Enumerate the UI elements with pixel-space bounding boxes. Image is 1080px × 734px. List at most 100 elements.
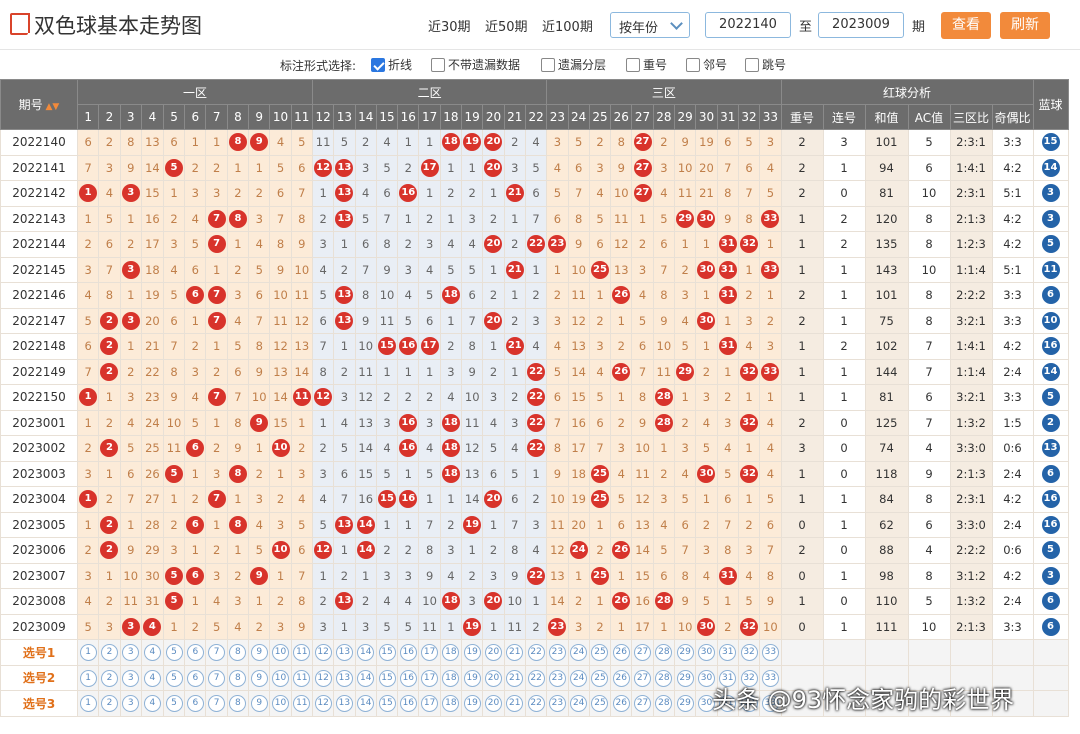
select-cell[interactable]: 27 <box>631 639 654 666</box>
select-cell[interactable]: 17 <box>418 664 441 691</box>
refresh-button[interactable]: 刷新 <box>1000 12 1050 39</box>
select-cell[interactable]: 15 <box>375 639 399 666</box>
select-ball[interactable]: 28 <box>655 695 673 713</box>
select-ball[interactable]: 2 <box>100 695 118 713</box>
to-period-input[interactable]: 2023009 <box>818 12 904 38</box>
period-header[interactable]: 期号 ▲▼ <box>0 79 78 130</box>
select-cell[interactable]: 4 <box>140 690 164 717</box>
select-ball[interactable]: 5 <box>165 695 183 713</box>
select-cell[interactable]: 17 <box>418 690 441 717</box>
select-ball[interactable]: 11 <box>293 669 311 687</box>
select-ball[interactable]: 7 <box>208 669 226 687</box>
select-ball[interactable]: 26 <box>612 644 630 662</box>
select-cell[interactable]: 5 <box>162 664 186 691</box>
select-cell[interactable]: 27 <box>631 690 654 717</box>
select-cell[interactable]: 1 <box>76 639 100 666</box>
select-ball[interactable]: 8 <box>229 695 247 713</box>
select-ball[interactable]: 16 <box>399 695 417 713</box>
option-3[interactable]: 重号 <box>626 56 667 73</box>
select-ball[interactable]: 25 <box>591 695 609 713</box>
select-ball[interactable]: 33 <box>761 644 779 662</box>
select-ball[interactable]: 4 <box>143 644 161 662</box>
checkbox-unchecked-icon[interactable] <box>745 57 759 72</box>
select-ball[interactable]: 28 <box>655 669 673 687</box>
option-2[interactable]: 遗漏分层 <box>541 56 606 73</box>
select-ball[interactable]: 22 <box>527 695 545 713</box>
select-cell[interactable]: 20 <box>482 664 505 691</box>
select-ball[interactable]: 32 <box>740 644 758 662</box>
select-ball[interactable]: 20 <box>484 669 502 687</box>
select-cell[interactable]: 31 <box>716 639 739 666</box>
select-ball[interactable]: 13 <box>335 669 353 687</box>
select-cell[interactable]: 24 <box>567 639 590 666</box>
select-cell[interactable]: 25 <box>588 690 612 717</box>
select-cell[interactable]: 10 <box>269 664 292 691</box>
select-ball[interactable]: 15 <box>378 669 396 687</box>
select-cell[interactable]: 4 <box>140 664 164 691</box>
select-ball[interactable]: 29 <box>676 695 694 713</box>
select-ball[interactable]: 21 <box>506 669 524 687</box>
select-ball[interactable]: 17 <box>421 695 439 713</box>
select-cell[interactable]: 22 <box>524 664 548 691</box>
select-cell[interactable]: 7 <box>205 690 228 717</box>
option-5[interactable]: 跳号 <box>745 56 786 73</box>
select-cell[interactable]: 5 <box>162 690 186 717</box>
select-cell[interactable]: 12 <box>311 664 335 691</box>
select-cell[interactable]: 26 <box>610 639 633 666</box>
select-cell[interactable]: 32 <box>737 639 761 666</box>
select-ball[interactable]: 10 <box>272 644 290 662</box>
option-0[interactable]: 折线 <box>371 56 412 73</box>
select-cell[interactable]: 29 <box>674 690 697 717</box>
select-cell[interactable]: 19 <box>461 639 484 666</box>
select-ball[interactable]: 7 <box>208 644 226 662</box>
select-ball[interactable]: 29 <box>676 669 694 687</box>
select-ball[interactable]: 30 <box>697 644 715 662</box>
select-cell[interactable]: 29 <box>674 639 697 666</box>
select-ball[interactable]: 19 <box>463 669 481 687</box>
select-ball[interactable]: 14 <box>357 695 375 713</box>
select-cell[interactable]: 18 <box>439 639 463 666</box>
select-cell[interactable]: 14 <box>354 690 377 717</box>
select-ball[interactable]: 26 <box>612 695 630 713</box>
checkbox-unchecked-icon[interactable] <box>686 57 700 72</box>
select-cell[interactable]: 6 <box>184 690 207 717</box>
select-ball[interactable]: 21 <box>506 695 524 713</box>
select-ball[interactable]: 17 <box>421 669 439 687</box>
select-cell[interactable]: 25 <box>588 639 612 666</box>
select-ball[interactable]: 18 <box>442 644 460 662</box>
select-ball[interactable]: 26 <box>612 669 630 687</box>
select-cell[interactable]: 19 <box>461 690 484 717</box>
select-cell[interactable]: 8 <box>226 690 250 717</box>
select-ball[interactable]: 7 <box>208 695 226 713</box>
select-cell[interactable]: 6 <box>184 664 207 691</box>
select-cell[interactable]: 10 <box>269 639 292 666</box>
select-ball[interactable]: 31 <box>719 644 737 662</box>
select-cell[interactable]: 2 <box>98 664 121 691</box>
select-ball[interactable]: 27 <box>634 669 652 687</box>
select-cell[interactable]: 15 <box>375 690 399 717</box>
select-cell[interactable]: 22 <box>524 639 548 666</box>
select-ball[interactable]: 6 <box>186 669 204 687</box>
select-cell[interactable]: 1 <box>76 664 100 691</box>
select-cell[interactable]: 1 <box>76 690 100 717</box>
select-cell[interactable]: 17 <box>418 639 441 666</box>
select-cell[interactable]: 11 <box>290 639 313 666</box>
select-ball[interactable]: 8 <box>229 669 247 687</box>
year-select[interactable]: 按年份 <box>610 12 690 38</box>
select-cell[interactable]: 13 <box>333 664 356 691</box>
select-cell[interactable]: 9 <box>248 664 271 691</box>
checkbox-unchecked-icon[interactable] <box>431 57 445 72</box>
select-cell[interactable]: 21 <box>503 639 526 666</box>
select-ball[interactable]: 5 <box>165 669 183 687</box>
select-cell[interactable]: 22 <box>524 690 548 717</box>
select-cell[interactable]: 9 <box>248 690 271 717</box>
option-1[interactable]: 不带遗漏数据 <box>431 56 520 73</box>
select-ball[interactable]: 13 <box>335 644 353 662</box>
select-cell[interactable]: 28 <box>652 664 676 691</box>
select-cell[interactable]: 10 <box>269 690 292 717</box>
select-cell[interactable]: 2 <box>98 639 121 666</box>
select-ball[interactable]: 9 <box>250 644 268 662</box>
select-ball[interactable]: 2 <box>100 644 118 662</box>
select-cell[interactable]: 18 <box>439 690 463 717</box>
select-ball[interactable]: 23 <box>548 669 566 687</box>
